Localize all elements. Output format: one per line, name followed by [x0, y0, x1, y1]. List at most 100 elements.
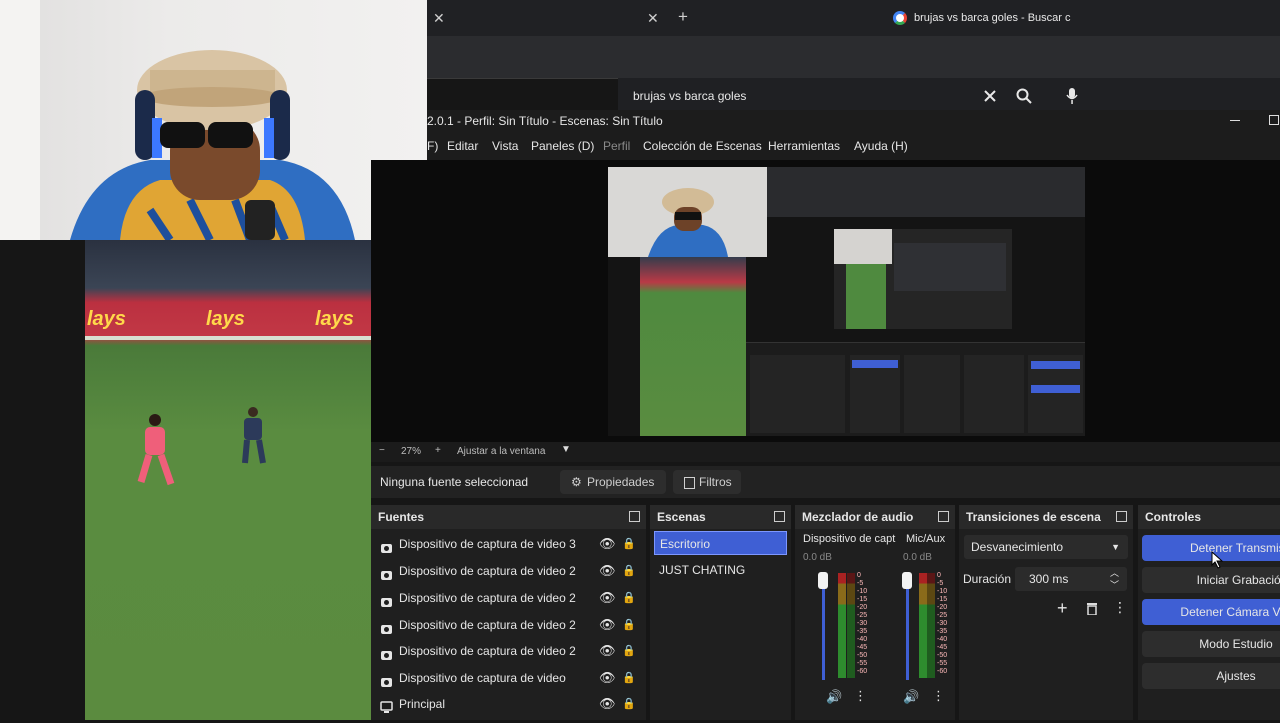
- visibility-icon[interactable]: 👁: [599, 638, 616, 664]
- camera-icon: [380, 537, 393, 553]
- volume-slider[interactable]: [902, 572, 912, 589]
- lock-icon[interactable]: 🔒: [622, 691, 636, 717]
- speaker-icon[interactable]: 🔊: [826, 689, 842, 705]
- gear-icon: ⚙: [571, 475, 582, 489]
- scenes-dock: Escenas Escritorio JUST CHATING: [650, 505, 791, 720]
- menu-file[interactable]: F): [427, 139, 438, 153]
- chevron-down-icon[interactable]: ▼: [561, 444, 571, 455]
- scene-item-escritorio[interactable]: Escritorio: [654, 531, 787, 555]
- filter-icon: [684, 477, 695, 489]
- browser-toolbar: [427, 36, 1280, 79]
- search-bar[interactable]: brujas vs barca goles: [618, 78, 1280, 114]
- menu-help[interactable]: Ayuda (H): [854, 139, 908, 153]
- dock-title: Transiciones de escena: [959, 505, 1133, 529]
- microphone-icon[interactable]: [1066, 87, 1078, 104]
- close-tab-icon[interactable]: ✕: [433, 10, 445, 27]
- search-input[interactable]: brujas vs barca goles: [633, 89, 746, 103]
- properties-button[interactable]: ⚙ Propiedades: [560, 470, 666, 494]
- pitch-line: [85, 336, 371, 340]
- stepper-down-icon[interactable]: ﹀: [1110, 573, 1119, 597]
- maximize-icon[interactable]: [1269, 115, 1279, 125]
- speaker-icon[interactable]: 🔊: [903, 689, 919, 705]
- volume-slider[interactable]: [818, 572, 828, 589]
- close-tab-icon[interactable]: ✕: [647, 10, 659, 27]
- more-options-icon[interactable]: ⋮: [1113, 599, 1127, 616]
- source-item[interactable]: Dispositivo de captura de video 2 👁 🔒: [371, 558, 641, 584]
- lock-icon[interactable]: 🔒: [622, 558, 636, 584]
- camera-icon: [380, 591, 393, 607]
- no-source-status: Ninguna fuente seleccionad: [380, 475, 529, 489]
- zoom-out-button[interactable]: −: [379, 445, 385, 456]
- start-recording-button[interactable]: Iniciar Grabación: [1142, 567, 1280, 593]
- stop-virtual-camera-button[interactable]: Detener Cámara Virtua: [1142, 599, 1280, 625]
- visibility-icon[interactable]: 👁: [599, 585, 616, 611]
- undock-icon[interactable]: [774, 511, 785, 522]
- source-item[interactable]: Dispositivo de captura de video 3 👁 🔒: [371, 531, 641, 557]
- lock-icon[interactable]: 🔒: [622, 638, 636, 664]
- studio-mode-button[interactable]: Modo Estudio: [1142, 631, 1280, 657]
- duration-input[interactable]: 300 ms ︿ ﹀: [1015, 567, 1127, 591]
- new-tab-button[interactable]: +: [678, 7, 688, 27]
- source-item[interactable]: Dispositivo de captura de video 2 👁 🔒: [371, 612, 641, 638]
- trash-icon[interactable]: [1086, 601, 1098, 615]
- menu-docks[interactable]: Paneles (D): [531, 139, 594, 153]
- stream-preview: [608, 167, 1085, 436]
- source-item[interactable]: Dispositivo de captura de video 2 👁 🔒: [371, 638, 641, 664]
- zoom-in-button[interactable]: +: [435, 445, 441, 456]
- undock-icon[interactable]: [938, 511, 949, 522]
- minimize-icon[interactable]: [1230, 120, 1240, 121]
- undock-icon[interactable]: [1116, 511, 1127, 522]
- transition-select[interactable]: Desvanecimiento ▼: [964, 535, 1128, 559]
- channel-name: Dispositivo de capt: [803, 533, 896, 545]
- meter-scale: 0 -5 -10 -15 -20 -25 -30 -35 -40 -45 -50 -55 -60: [857, 572, 868, 675]
- visibility-icon[interactable]: 👁: [599, 691, 616, 717]
- level-meter: [847, 573, 855, 678]
- camera-icon: [380, 644, 393, 660]
- menu-edit[interactable]: Editar: [447, 139, 478, 153]
- lock-icon[interactable]: 🔒: [622, 585, 636, 611]
- lock-icon[interactable]: 🔒: [622, 665, 636, 691]
- ad-board-text: lays: [315, 308, 354, 330]
- add-transition-icon[interactable]: +: [1057, 598, 1068, 619]
- dock-title: Mezclador de audio: [795, 505, 955, 529]
- obs-menu-bar: F) Editar Vista Paneles (D) Perfil Colec…: [427, 132, 1280, 160]
- preview-webcam: [608, 167, 767, 257]
- more-options-icon[interactable]: ⋮: [932, 688, 945, 704]
- ad-board-text: lays: [87, 308, 126, 330]
- preview-browser: [767, 167, 1085, 217]
- clear-search-icon[interactable]: [984, 90, 996, 102]
- visibility-icon[interactable]: 👁: [599, 558, 616, 584]
- source-toolbar: Ninguna fuente seleccionad ⚙ Propiedades…: [371, 466, 1280, 498]
- player-pink: [137, 414, 175, 486]
- browser-tab[interactable]: brujas vs barca goles - Buscar c: [883, 6, 1093, 32]
- dock-title: Escenas: [650, 505, 791, 529]
- channel-db: 0.0 dB: [903, 552, 932, 563]
- ad-board-text: lays: [206, 308, 245, 330]
- menu-view[interactable]: Vista: [492, 139, 518, 153]
- menu-scene-collection[interactable]: Colección de Escenas: [643, 139, 762, 153]
- search-icon[interactable]: [1016, 88, 1032, 104]
- visibility-icon[interactable]: 👁: [599, 612, 616, 638]
- source-item[interactable]: Principal 👁 🔒: [371, 691, 641, 717]
- menu-tools[interactable]: Herramientas: [768, 139, 840, 153]
- lock-icon[interactable]: 🔒: [622, 531, 636, 557]
- source-item[interactable]: Dispositivo de captura de video 👁 🔒: [371, 665, 641, 691]
- volume-track: [822, 580, 825, 680]
- lock-icon[interactable]: 🔒: [622, 612, 636, 638]
- chevron-down-icon: ▼: [1111, 542, 1120, 552]
- visibility-icon[interactable]: 👁: [599, 665, 616, 691]
- settings-button[interactable]: Ajustes: [1142, 663, 1280, 689]
- filters-button[interactable]: Filtros: [673, 470, 741, 494]
- volume-track: [906, 580, 909, 680]
- sources-dock: Fuentes Dispositivo de captura de video …: [371, 505, 646, 720]
- menu-profile[interactable]: Perfil: [603, 139, 630, 153]
- scene-item-just-chating[interactable]: JUST CHATING: [654, 558, 787, 582]
- level-meter: [919, 573, 927, 678]
- zoom-fit-select[interactable]: Ajustar a la ventana: [457, 446, 545, 457]
- transitions-dock: Transiciones de escena Desvanecimiento ▼…: [959, 505, 1133, 720]
- visibility-icon[interactable]: 👁: [599, 531, 616, 557]
- source-item[interactable]: Dispositivo de captura de video 2 👁 🔒: [371, 585, 641, 611]
- more-options-icon[interactable]: ⋮: [854, 688, 867, 704]
- undock-icon[interactable]: [629, 511, 640, 522]
- monitor-icon: [380, 697, 393, 713]
